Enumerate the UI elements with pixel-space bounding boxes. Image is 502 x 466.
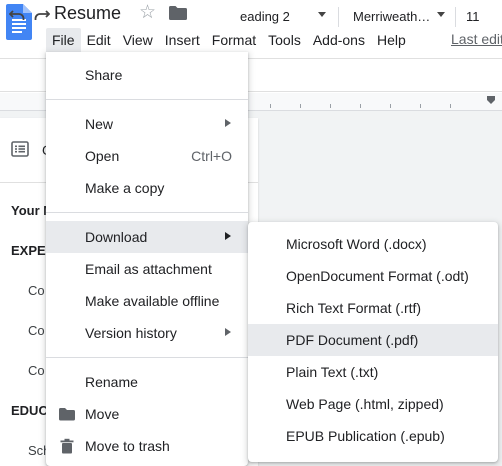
ruler-tick (450, 104, 451, 108)
outline-item[interactable]: Co (28, 323, 45, 338)
menu-item-move-to-trash[interactable]: Move to trash (46, 430, 248, 462)
document-title[interactable]: Resume (54, 3, 121, 24)
download-docx[interactable]: Microsoft Word (.docx) (248, 228, 498, 260)
menu-item-share[interactable]: Share (46, 59, 248, 91)
outline-item[interactable]: EXPE (11, 243, 46, 258)
ruler-tick (390, 104, 391, 108)
menu-item-label: Microsoft Word (.docx) (286, 236, 427, 252)
ruler-tick (270, 104, 271, 108)
menu-bar: File Edit View Insert Format Tools Add-o… (46, 28, 412, 52)
menu-item-label: Make a copy (85, 180, 165, 196)
outline-item[interactable]: Co (28, 283, 45, 298)
undo-icon[interactable] (9, 8, 25, 22)
menu-item-label: EPUB Publication (.epub) (286, 428, 445, 444)
menu-item-move[interactable]: Move (46, 398, 248, 430)
toolbar-divider (455, 7, 456, 27)
menu-help[interactable]: Help (371, 28, 412, 52)
star-icon[interactable]: ☆ (139, 2, 156, 24)
menu-divider (46, 212, 248, 213)
right-indent-marker-icon[interactable] (487, 96, 495, 106)
outline-item[interactable]: Co (28, 363, 45, 378)
outline-list-icon[interactable] (11, 141, 29, 157)
font-select[interactable]: Merriweath… (353, 9, 430, 24)
toolbar-divider (338, 7, 339, 27)
menu-divider (46, 357, 248, 358)
menu-item-label: Move to trash (85, 438, 170, 454)
menu-format[interactable]: Format (206, 28, 262, 52)
menu-item-make-copy[interactable]: Make a copy (46, 172, 248, 204)
menu-item-download[interactable]: Download (46, 221, 248, 253)
folder-icon (59, 408, 75, 421)
outline-item[interactable]: EDUC (11, 403, 48, 418)
menu-item-label: OpenDocument Format (.odt) (286, 268, 469, 284)
menu-item-label: Share (85, 67, 123, 83)
menu-item-label: Rich Text Format (.rtf) (286, 300, 422, 316)
menu-view[interactable]: View (117, 28, 159, 52)
menu-item-version-history[interactable]: Version history (46, 317, 248, 349)
menu-file[interactable]: File (46, 28, 81, 52)
menu-item-label: Download (85, 229, 148, 245)
menu-item-open[interactable]: Open Ctrl+O (46, 140, 248, 172)
menu-item-label: Make available offline (85, 293, 220, 309)
menu-divider (46, 99, 248, 100)
paragraph-style-select[interactable]: eading 2 (240, 9, 290, 24)
download-rtf[interactable]: Rich Text Format (.rtf) (248, 292, 498, 324)
menu-item-email-attachment[interactable]: Email as attachment (46, 253, 248, 285)
menu-item-make-offline[interactable]: Make available offline (46, 285, 248, 317)
redo-icon[interactable] (34, 8, 50, 22)
menu-item-new[interactable]: New (46, 108, 248, 140)
download-odt[interactable]: OpenDocument Format (.odt) (248, 260, 498, 292)
ruler-tick (360, 104, 361, 108)
submenu-arrow-icon (225, 328, 231, 336)
menu-item-label: Open (85, 148, 120, 164)
menu-item-label: Plain Text (.txt) (286, 364, 379, 380)
menu-item-label: PDF Document (.pdf) (286, 332, 419, 348)
font-size-input[interactable]: 11 (466, 9, 480, 24)
last-edit-link[interactable]: Last edit (451, 31, 502, 47)
shortcut-label: Ctrl+O (191, 148, 232, 164)
menu-item-label: Rename (85, 374, 138, 390)
submenu-arrow-icon (225, 119, 231, 127)
download-html[interactable]: Web Page (.html, zipped) (248, 388, 498, 420)
menu-insert[interactable]: Insert (159, 28, 206, 52)
download-pdf[interactable]: PDF Document (.pdf) (248, 324, 498, 356)
chevron-down-icon[interactable] (318, 12, 326, 17)
menu-item-label: New (85, 116, 114, 132)
folder-icon[interactable] (169, 6, 187, 20)
menu-item-label: Move (85, 406, 120, 422)
menu-item-rename[interactable]: Rename (46, 366, 248, 398)
menu-item-label: Version history (85, 325, 177, 341)
menu-tools[interactable]: Tools (262, 28, 307, 52)
download-txt[interactable]: Plain Text (.txt) (248, 356, 498, 388)
ruler-tick (300, 104, 301, 108)
menu-item-label: Web Page (.html, zipped) (286, 396, 444, 412)
menu-addons[interactable]: Add-ons (307, 28, 371, 52)
menu-item-label: Email as attachment (85, 261, 212, 277)
chevron-down-icon[interactable] (437, 12, 445, 17)
menu-edit[interactable]: Edit (81, 28, 117, 52)
trash-icon (60, 438, 74, 454)
submenu-arrow-icon (225, 232, 231, 240)
download-epub[interactable]: EPUB Publication (.epub) (248, 420, 498, 452)
ruler-tick (420, 104, 421, 108)
ruler-tick (330, 104, 331, 108)
